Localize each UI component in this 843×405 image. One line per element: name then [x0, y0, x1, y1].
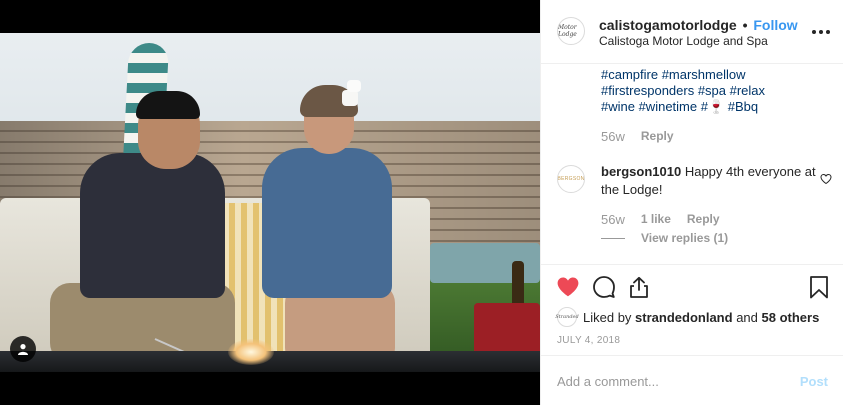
author-line: calistogamotorlodge • Follow — [599, 17, 798, 33]
replies-divider-line — [601, 237, 625, 239]
caption-meta: 56w Reply — [601, 129, 674, 144]
wine-glass-emoji: 🍷 — [707, 99, 725, 114]
post-date[interactable]: JULY 4, 2018 — [557, 335, 620, 346]
post-media[interactable] — [0, 0, 540, 405]
tagged-users-button[interactable] — [10, 336, 36, 362]
caption-reply-button[interactable]: Reply — [641, 129, 674, 144]
comment-meta: 56w 1 like Reply — [601, 212, 720, 227]
share-button[interactable] — [627, 275, 651, 304]
comment-button[interactable] — [592, 275, 616, 304]
comment-reply-button[interactable]: Reply — [687, 212, 720, 227]
photo-cooler — [474, 303, 540, 355]
share-upload-icon — [630, 276, 648, 298]
photo-marshmallow — [342, 90, 358, 106]
likes-others-button[interactable]: 58 others — [762, 310, 820, 325]
like-button[interactable] — [556, 275, 580, 304]
comments-list[interactable]: #campfire #marshmellow #firstresponders … — [541, 65, 843, 263]
bookmark-icon — [810, 276, 828, 299]
commenter-username[interactable]: bergson1010 — [601, 164, 681, 179]
location-link[interactable]: Calistoga Motor Lodge and Spa — [599, 34, 768, 48]
more-options-button[interactable] — [812, 24, 830, 40]
comment-likes-count[interactable]: 1 like — [641, 212, 671, 227]
caption-line[interactable]: #campfire #marshmellow — [601, 67, 826, 83]
photo-man — [80, 153, 225, 298]
heart-outline-icon — [820, 173, 832, 185]
likes-summary: Stranded Liked by strandedonland and 58 … — [555, 307, 820, 327]
comment-input[interactable] — [557, 370, 777, 392]
comment-text: bergson1010 Happy 4th everyone at the Lo… — [601, 163, 816, 199]
caption-text: #campfire #marshmellow #firstresponders … — [601, 67, 826, 115]
user-icon — [18, 344, 28, 355]
separator-dot: • — [742, 17, 748, 33]
save-button[interactable] — [808, 275, 830, 304]
liker-username[interactable]: strandedonland — [635, 310, 733, 325]
post-actions: Stranded Liked by strandedonland and 58 … — [541, 264, 843, 405]
post-header: Motor Lodge calistogamotorlodge • Follow… — [541, 0, 843, 64]
commenter-avatar[interactable]: BERGSON — [557, 165, 585, 193]
author-avatar[interactable]: Motor Lodge — [557, 17, 585, 45]
follow-button[interactable]: Follow — [753, 17, 797, 33]
caption-line[interactable]: #wine #winetime #🍷 #Bbq — [601, 99, 826, 115]
comment-bubble-icon — [593, 276, 615, 298]
add-comment-bar: Post — [541, 355, 843, 405]
photo-bottle — [512, 261, 524, 309]
post-sidebar: Motor Lodge calistogamotorlodge • Follow… — [540, 0, 843, 405]
caption-line[interactable]: #firstresponders #spa #relax — [601, 83, 826, 99]
more-dot-icon — [812, 30, 816, 34]
photo-woman — [262, 148, 392, 298]
comment-like-button[interactable] — [820, 172, 832, 190]
author-username[interactable]: calistogamotorlodge — [599, 17, 737, 33]
photo-flame — [228, 339, 274, 365]
heart-filled-icon — [557, 277, 579, 297]
post-comment-button[interactable]: Post — [800, 374, 828, 389]
liker-avatar[interactable]: Stranded — [555, 307, 579, 327]
post-photo[interactable] — [0, 33, 540, 372]
view-replies-button[interactable]: View replies (1) — [601, 231, 728, 245]
caption-age[interactable]: 56w — [601, 129, 625, 144]
comment-age[interactable]: 56w — [601, 212, 625, 227]
